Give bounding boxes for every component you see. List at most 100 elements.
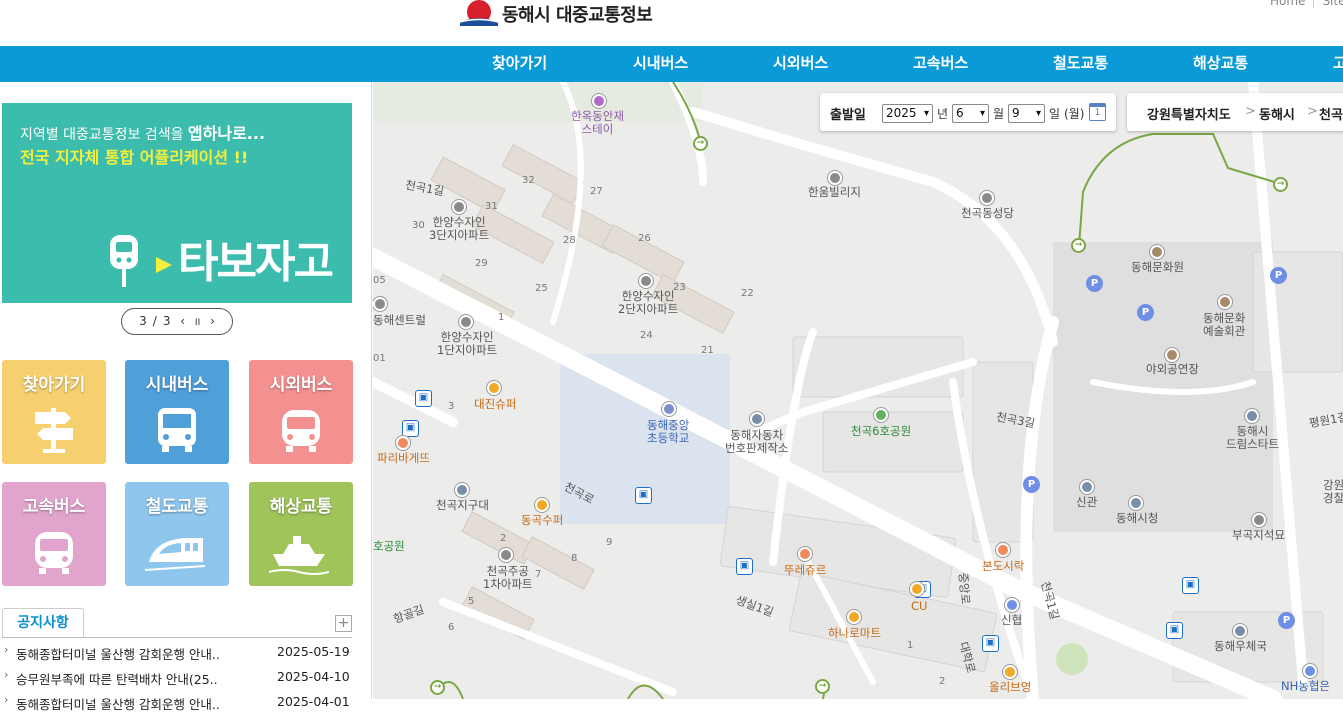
- notice-more-button[interactable]: +: [335, 615, 352, 632]
- building-icon[interactable]: [373, 297, 387, 311]
- apartment-icon[interactable]: [499, 548, 513, 562]
- map-label: 한옥동안재 스테이: [571, 109, 624, 136]
- block-number: 21: [701, 345, 714, 356]
- government-icon[interactable]: [1129, 496, 1143, 510]
- police-icon[interactable]: [455, 483, 469, 497]
- store-icon[interactable]: [847, 610, 861, 624]
- block-number: 6: [448, 622, 455, 633]
- tile-label: 해상교통: [269, 497, 333, 517]
- tile-city-bus[interactable]: 시내버스: [125, 360, 229, 464]
- notice-title[interactable]: 승무원부족에 따른 탄력배차 안내(25..: [16, 669, 238, 688]
- bus-stop-icon[interactable]: ▣: [736, 558, 753, 575]
- prev-icon[interactable]: ‹: [180, 314, 185, 328]
- apartment-icon[interactable]: [639, 274, 653, 288]
- breadcrumb-separator: >: [1307, 104, 1318, 119]
- app-banner[interactable]: 지역별 대중교통정보 검색을 앱하나로... 전국 지자체 통합 어플리케이션 …: [2, 103, 352, 303]
- bus-stop-icon[interactable]: ▣: [1182, 577, 1199, 594]
- bus-stop-icon[interactable]: ▣: [415, 390, 432, 407]
- month-select[interactable]: 6 ▾: [952, 104, 989, 123]
- map-view[interactable]: → → → → → ▣ ▣ ▣ ▣ ▣ ▣ ▣ ▣ P P P P P 한옥동안…: [373, 82, 1343, 699]
- day-select[interactable]: 9 ▾: [1008, 104, 1045, 123]
- bank-icon[interactable]: [1005, 598, 1019, 612]
- nav-more[interactable]: 고: [1333, 46, 1343, 82]
- church-icon[interactable]: [980, 191, 994, 205]
- bus-stop-icon[interactable]: ▣: [635, 487, 652, 504]
- nav-ferry[interactable]: 해상교통: [1193, 46, 1248, 82]
- bakery-icon[interactable]: [396, 436, 410, 450]
- building-icon[interactable]: [1080, 480, 1094, 494]
- tile-ferry[interactable]: 해상교통: [249, 482, 353, 586]
- culture-icon[interactable]: [1150, 245, 1164, 259]
- parking-icon: P: [1278, 612, 1295, 629]
- notice-row[interactable]: › 동해종합터미널 울산행 감회운행 안내.. 2025-04-01: [4, 690, 350, 715]
- next-icon[interactable]: ›: [210, 314, 215, 328]
- bank-icon[interactable]: [1303, 664, 1317, 678]
- trail-marker-icon: →: [1273, 177, 1288, 192]
- restaurant-icon[interactable]: [996, 543, 1010, 557]
- nav-rail[interactable]: 철도교통: [1053, 46, 1108, 82]
- nav-intercity-bus[interactable]: 시외버스: [773, 46, 828, 82]
- map-label: 신협: [1001, 613, 1023, 627]
- bus-stop-icon[interactable]: ▣: [1166, 622, 1183, 639]
- tab-notice[interactable]: 공지사항: [2, 608, 84, 638]
- tile-express-bus[interactable]: 고속버스: [2, 482, 106, 586]
- tile-label: 시내버스: [145, 375, 209, 395]
- month-unit: 월: [993, 107, 1005, 121]
- building-icon[interactable]: [828, 171, 842, 185]
- park-icon[interactable]: [874, 408, 888, 422]
- map-label: 부곡지석묘: [1232, 528, 1285, 542]
- culture-icon[interactable]: [1218, 295, 1232, 309]
- bus-stop-icon[interactable]: ▣: [982, 635, 999, 652]
- map-base: [373, 82, 1343, 699]
- notice-row[interactable]: › 승무원부족에 따른 탄력배차 안내(25.. 2025-04-10: [4, 665, 350, 690]
- region-province[interactable]: 강원특별자치도: [1147, 104, 1231, 123]
- departure-date-bar: 출발일 2025 ▾ 년 6 ▾ 월 9 ▾ 일 (월) 1: [820, 93, 1116, 131]
- building-icon[interactable]: [1245, 409, 1259, 423]
- nav-city-bus[interactable]: 시내버스: [633, 46, 688, 82]
- store-icon[interactable]: [487, 381, 501, 395]
- tile-directions[interactable]: 찾아가기: [2, 360, 106, 464]
- year-select[interactable]: 2025 ▾: [882, 104, 933, 123]
- pause-icon[interactable]: II: [195, 318, 200, 328]
- block-number: 32: [522, 175, 535, 186]
- ship-icon: [269, 536, 329, 575]
- trail-marker-icon: →: [430, 680, 445, 695]
- home-link[interactable]: Home: [1262, 0, 1315, 8]
- store-icon[interactable]: [910, 582, 924, 596]
- tile-intercity-bus[interactable]: 시외버스: [249, 360, 353, 464]
- pager-total: 3: [162, 314, 171, 328]
- tile-rail[interactable]: 철도교통: [125, 482, 229, 586]
- store-icon[interactable]: [535, 498, 549, 512]
- utility-links: Home Site: [1262, 0, 1343, 8]
- map-label: 한양수자인 2단지아파트: [618, 289, 679, 316]
- notice-title[interactable]: 동해종합터미널 울산행 감회운행 안내..: [16, 694, 238, 713]
- logo-mark-icon: [458, 0, 500, 28]
- notice-title[interactable]: 동해종합터미널 울산행 감회운행 안내..: [16, 644, 238, 663]
- sitemap-link[interactable]: Site: [1314, 0, 1343, 8]
- site-logo[interactable]: 동해시 대중교통정보: [458, 0, 653, 28]
- block-number: 5: [468, 596, 475, 607]
- apartment-icon[interactable]: [452, 200, 466, 214]
- map-label: 동해문화 예술회관: [1203, 311, 1246, 338]
- theater-icon[interactable]: [1165, 348, 1179, 362]
- nav-express-bus[interactable]: 고속버스: [913, 46, 968, 82]
- lodging-icon[interactable]: [592, 94, 606, 108]
- school-icon[interactable]: [662, 402, 676, 416]
- apartment-icon[interactable]: [459, 315, 473, 329]
- store-icon[interactable]: [1003, 665, 1017, 679]
- logo-text: 동해시 대중교통정보: [502, 5, 653, 26]
- notice-row[interactable]: › 동해종합터미널 울산행 감회운행 안내.. 2025-05-19: [4, 640, 350, 665]
- bakery-icon[interactable]: [798, 547, 812, 561]
- map-label: 본도시락: [982, 559, 1025, 573]
- day-value: 9: [1012, 106, 1020, 120]
- monument-icon[interactable]: [1252, 513, 1266, 527]
- calendar-icon[interactable]: 1: [1089, 103, 1106, 121]
- post-office-icon[interactable]: [1233, 624, 1247, 638]
- map-label: 올리브영: [989, 680, 1032, 694]
- nav-directions[interactable]: 찾아가기: [492, 46, 547, 82]
- bus-stop-icon[interactable]: ▣: [402, 420, 419, 437]
- region-district[interactable]: 천곡: [1319, 104, 1343, 123]
- building-icon[interactable]: [750, 412, 764, 426]
- region-city[interactable]: 동해시: [1259, 104, 1295, 123]
- block-number: 22: [741, 288, 754, 299]
